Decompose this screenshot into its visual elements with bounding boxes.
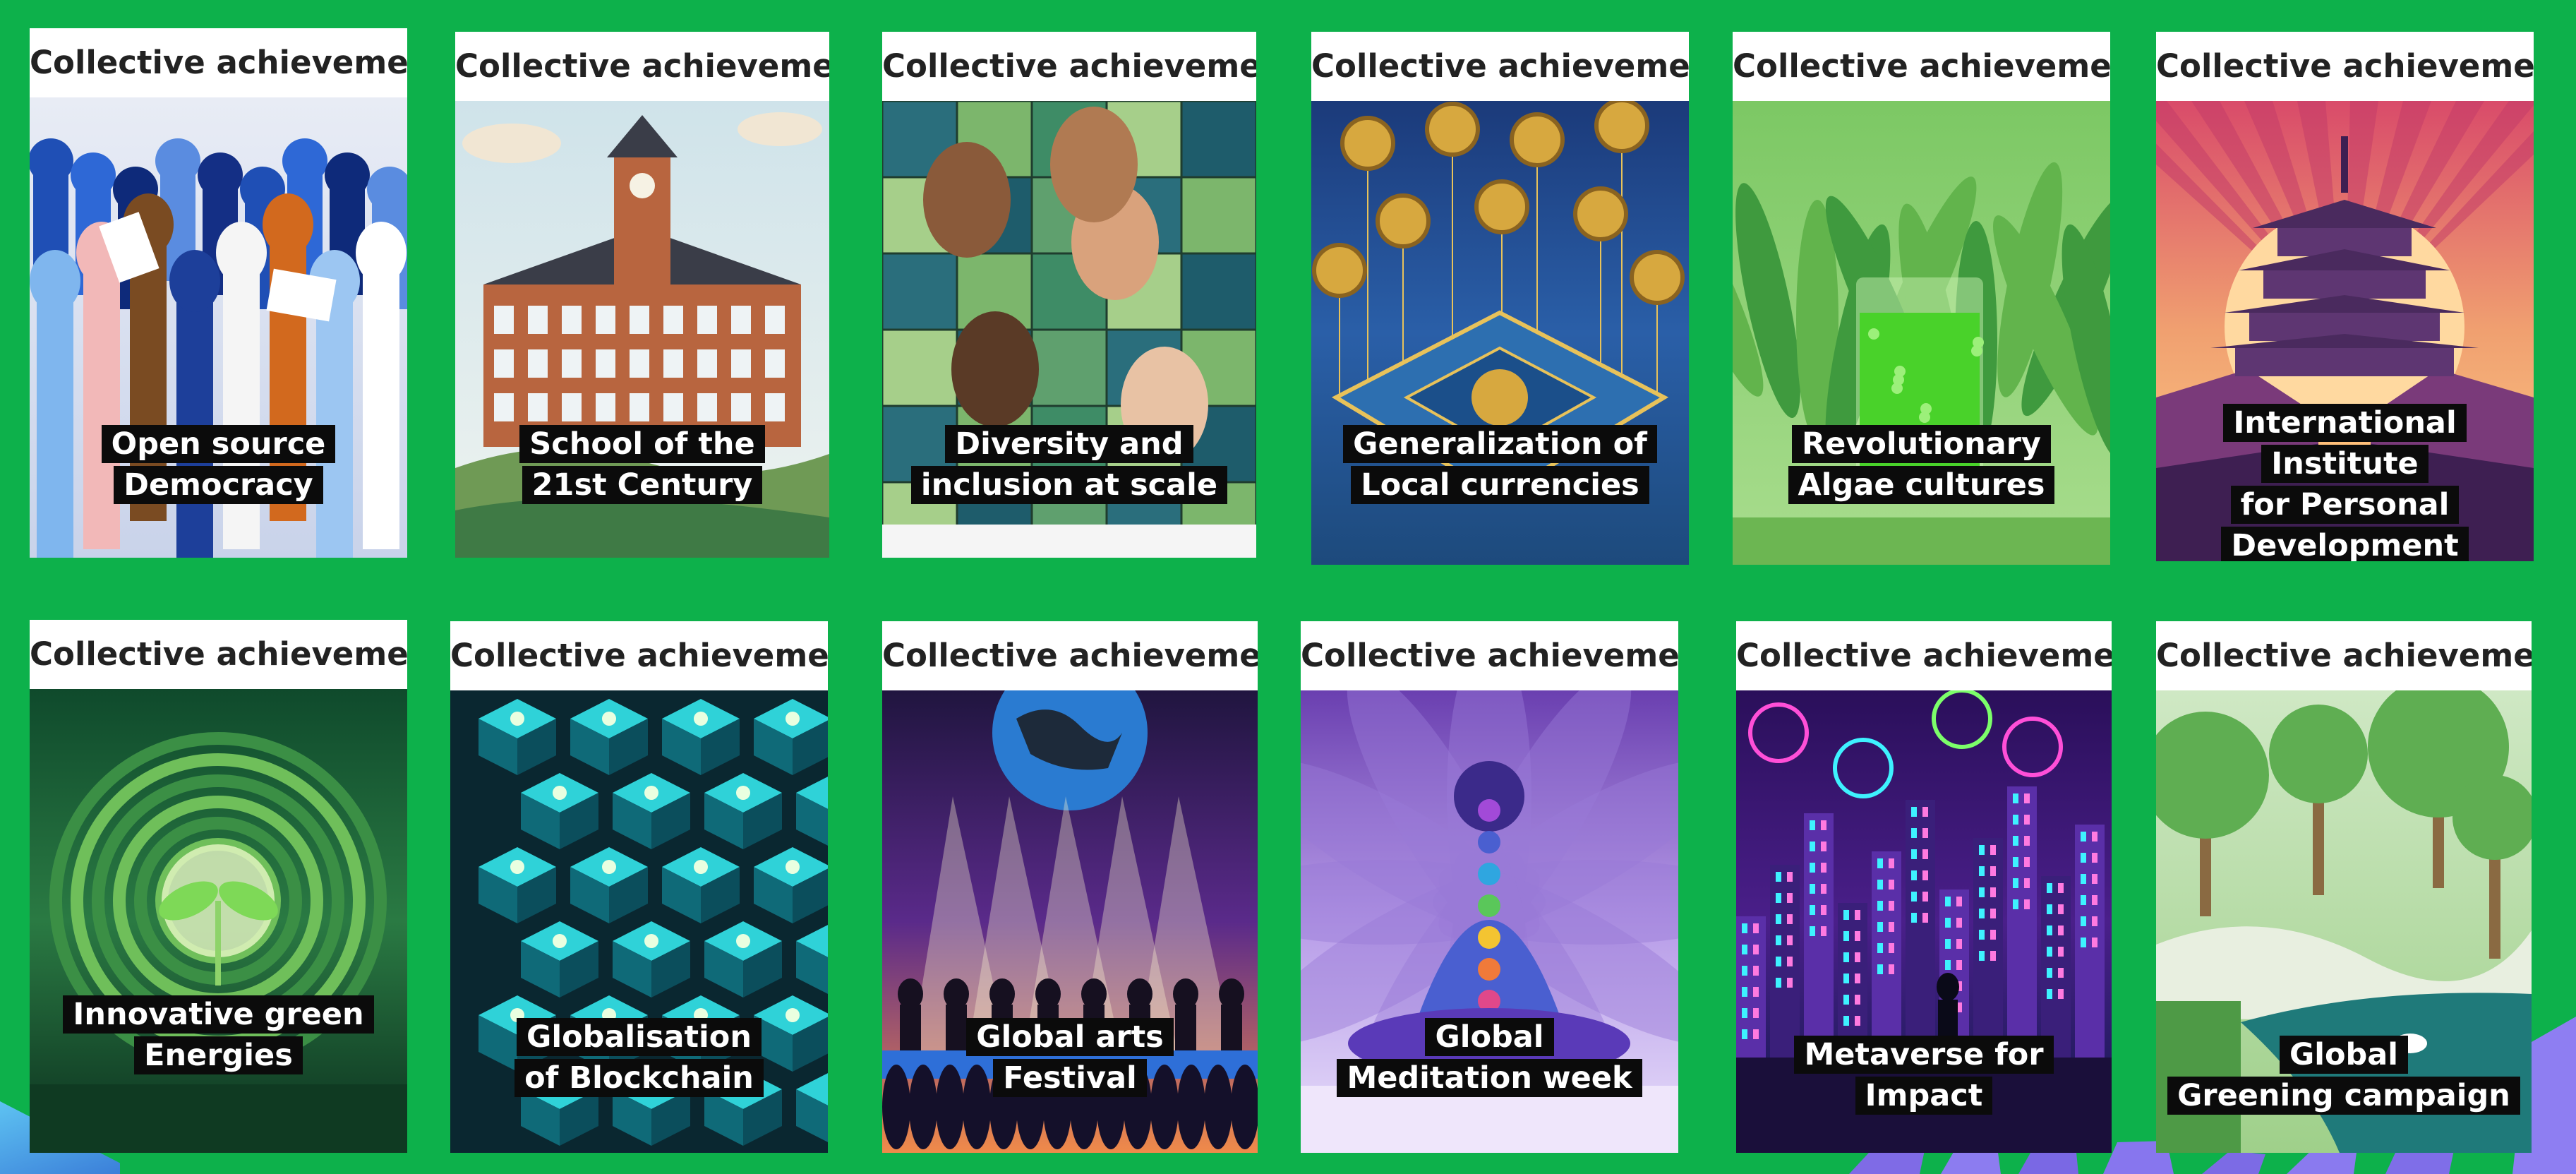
card-header: Collective achievements bbox=[2156, 621, 2532, 690]
collage-board: Collective achievements Open sourceDemocr… bbox=[0, 0, 2576, 1174]
caption-line: Revolutionary bbox=[1792, 425, 2051, 463]
caption-line: inclusion at scale bbox=[910, 466, 1228, 504]
caption-line: Global bbox=[2279, 1036, 2409, 1074]
card-header: Collective achievements bbox=[1311, 32, 1689, 101]
caption-line: Metaverse for bbox=[1794, 1036, 2054, 1074]
caption-line: for Personal bbox=[2230, 486, 2460, 524]
card-caption: Global Meditation week bbox=[1301, 1017, 1678, 1098]
card-caption: Diversity and inclusion at scale bbox=[882, 424, 1256, 505]
card-header: Collective achievements bbox=[1733, 32, 2110, 101]
card-header: Collective achievements bbox=[1301, 621, 1678, 690]
achievement-card[interactable]: Collective achievements Global artsFestiv… bbox=[882, 621, 1258, 1153]
card-caption: Generalization of Local currencies bbox=[1311, 424, 1689, 505]
caption-line: Festival bbox=[993, 1059, 1147, 1097]
caption-line: School of the bbox=[519, 425, 765, 463]
card-caption: Globalisation of Blockchain bbox=[450, 1017, 828, 1098]
caption-line: Impact bbox=[1855, 1077, 1993, 1115]
caption-line: Open source bbox=[101, 425, 336, 463]
card-caption: School of the 21st Century bbox=[455, 424, 829, 505]
caption-line: of Blockchain bbox=[514, 1059, 764, 1097]
card-caption: Innovative green Energies bbox=[30, 994, 407, 1076]
caption-line: International Institute bbox=[2223, 404, 2467, 483]
caption-line: 21st Century bbox=[522, 466, 763, 504]
caption-line: Democracy bbox=[114, 466, 323, 504]
caption-line: Algae cultures bbox=[1788, 466, 2055, 504]
achievement-card[interactable]: Collective achievements Metaverse forImpa… bbox=[1736, 621, 2112, 1153]
caption-line: Global bbox=[1425, 1018, 1554, 1056]
caption-line: Diversity and bbox=[945, 425, 1193, 463]
achievement-card[interactable]: Collective achievements International Ins… bbox=[2156, 32, 2534, 561]
achievement-card[interactable]: Collective achievements Innovative greenE… bbox=[30, 620, 407, 1153]
caption-line: Energies bbox=[134, 1036, 303, 1074]
achievement-card[interactable]: Collective achievements Diversity andincl… bbox=[882, 32, 1256, 558]
caption-line: Generalization of bbox=[1343, 425, 1657, 463]
card-caption: Global arts Festival bbox=[882, 1017, 1258, 1098]
card-header: Collective achievements bbox=[450, 621, 828, 690]
card-caption: Revolutionary Algae cultures bbox=[1733, 424, 2110, 505]
achievement-card[interactable]: Collective achievements School of the21st… bbox=[455, 32, 829, 558]
achievement-card[interactable]: Collective achievements RevolutionaryAlga… bbox=[1733, 32, 2110, 565]
card-header: Collective achievements bbox=[1736, 621, 2112, 690]
card-header: Collective achievements bbox=[30, 620, 407, 689]
card-header: Collective achievements bbox=[882, 621, 1258, 690]
card-caption: Global Greening campaign bbox=[2156, 1034, 2532, 1116]
caption-line: Globalisation bbox=[517, 1018, 762, 1056]
achievement-card[interactable]: Collective achievements Open sourceDemocr… bbox=[30, 28, 407, 558]
caption-line: Development bbox=[2221, 527, 2469, 561]
achievement-card[interactable]: Collective achievements Generalization of… bbox=[1311, 32, 1689, 565]
caption-line: Meditation week bbox=[1337, 1059, 1642, 1097]
sprout-in-sphere-illustration bbox=[30, 689, 407, 1153]
card-caption: International Institute for Personal Devel… bbox=[2156, 402, 2534, 561]
achievement-card[interactable]: Collective achievements GlobalMeditation … bbox=[1301, 621, 1678, 1153]
caption-line: Global arts bbox=[966, 1018, 1174, 1056]
caption-line: Greening campaign bbox=[2167, 1077, 2520, 1115]
card-caption: Metaverse for Impact bbox=[1736, 1034, 2112, 1116]
achievement-card[interactable]: Collective achievements Globalisationof B… bbox=[450, 621, 828, 1153]
card-header: Collective achievements bbox=[2156, 32, 2534, 101]
card-header: Collective achievements bbox=[882, 32, 1256, 101]
card-caption: Open source Democracy bbox=[30, 424, 407, 505]
achievement-card[interactable]: Collective achievements GlobalGreening ca… bbox=[2156, 621, 2532, 1153]
card-header: Collective achievements bbox=[30, 28, 407, 97]
caption-line: Local currencies bbox=[1351, 466, 1649, 504]
caption-line: Innovative green bbox=[63, 995, 374, 1034]
card-header: Collective achievements bbox=[455, 32, 829, 101]
